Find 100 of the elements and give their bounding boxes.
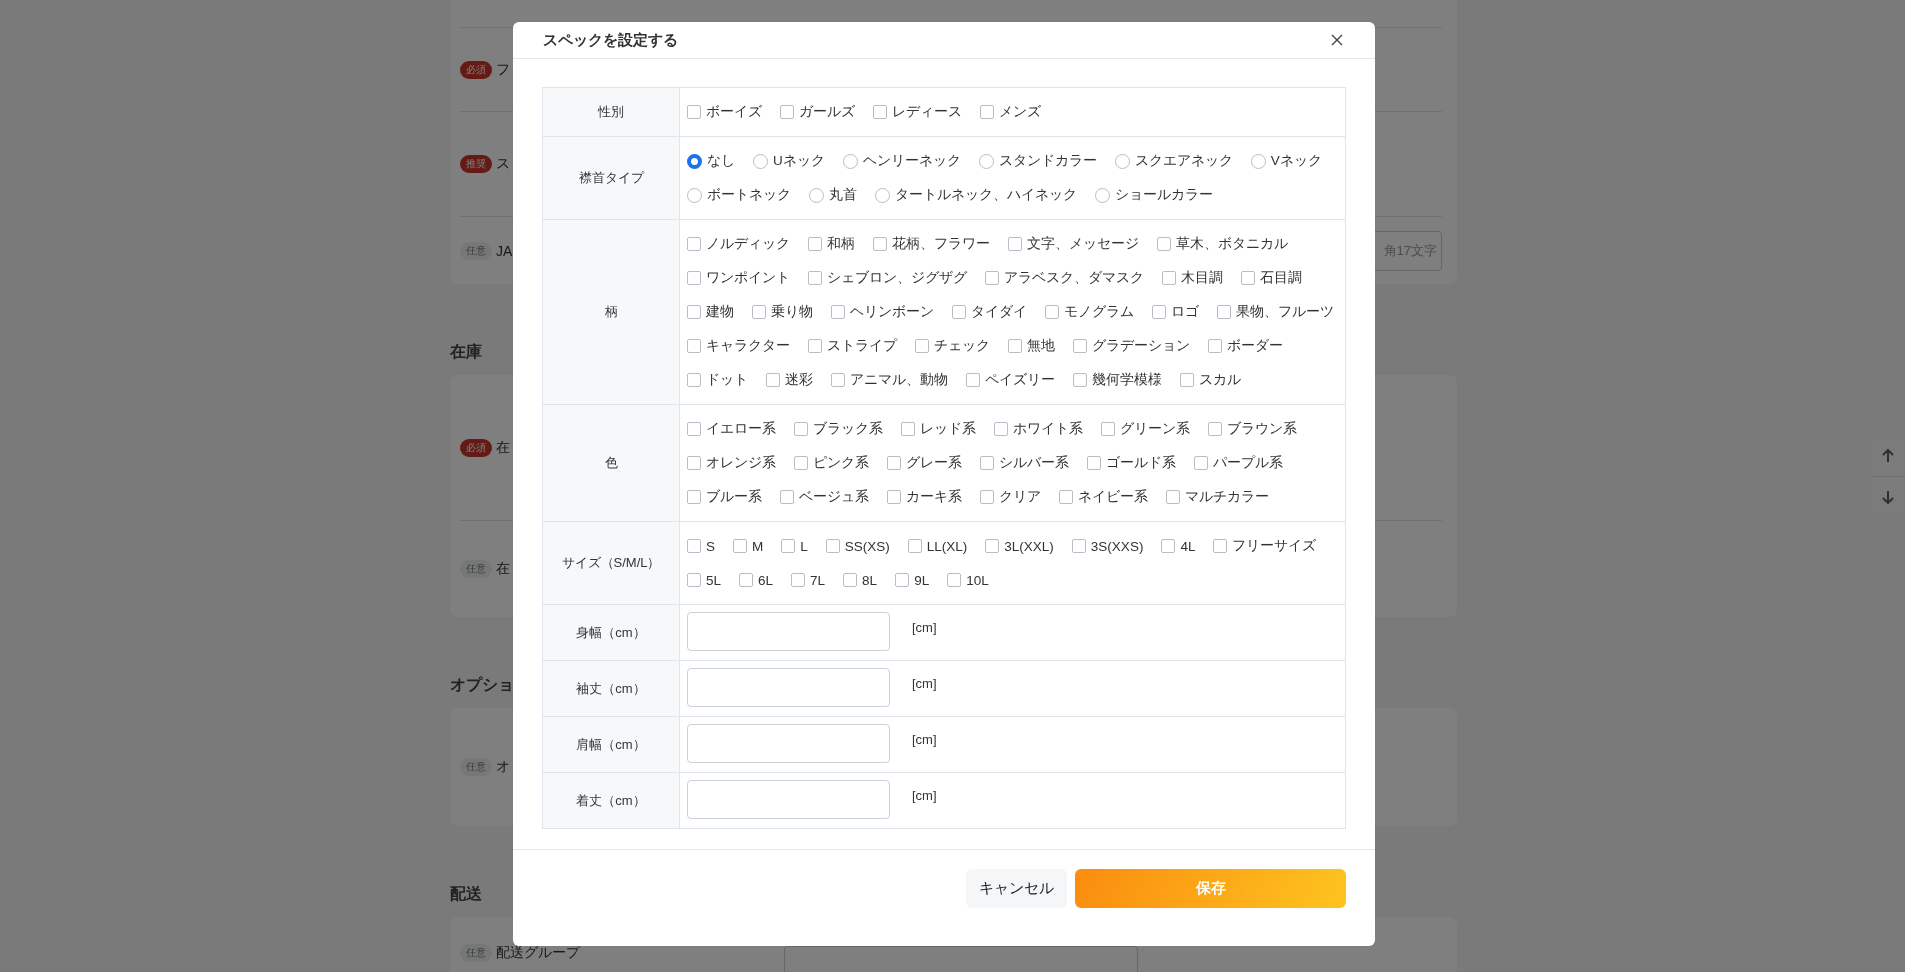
checkbox[interactable] — [980, 490, 994, 504]
checkbox[interactable] — [831, 305, 845, 319]
option-label: M — [752, 538, 764, 554]
checkbox[interactable] — [687, 271, 701, 285]
number-input[interactable] — [687, 724, 890, 763]
checkbox[interactable] — [1217, 305, 1231, 319]
checkbox[interactable] — [687, 422, 701, 436]
checkbox[interactable] — [687, 105, 701, 119]
checkbox[interactable] — [1157, 237, 1171, 251]
checkbox[interactable] — [966, 373, 980, 387]
checkbox[interactable] — [794, 422, 808, 436]
checkbox[interactable] — [980, 105, 994, 119]
checkbox[interactable] — [752, 305, 766, 319]
number-input[interactable] — [687, 668, 890, 707]
checkbox[interactable] — [901, 422, 915, 436]
option-label: ホワイト系 — [1013, 420, 1083, 438]
spec-label: 性別 — [542, 87, 680, 137]
checkbox[interactable] — [831, 373, 845, 387]
checkbox[interactable] — [1241, 271, 1255, 285]
option-label: ゴールド系 — [1106, 454, 1176, 472]
checkbox[interactable] — [733, 539, 747, 553]
checkbox[interactable] — [1101, 422, 1115, 436]
checkbox[interactable] — [1180, 373, 1194, 387]
option-label: タイダイ — [971, 303, 1027, 321]
arrow-up-icon — [1882, 448, 1894, 463]
option-label: ブラック系 — [813, 420, 883, 438]
checkbox[interactable] — [687, 237, 701, 251]
checkbox[interactable] — [794, 456, 808, 470]
checkbox[interactable] — [1008, 339, 1022, 353]
checkbox[interactable] — [791, 573, 806, 587]
checkbox[interactable] — [780, 105, 794, 119]
option-label: 9L — [914, 572, 930, 588]
checkbox[interactable] — [1008, 237, 1022, 251]
checkbox[interactable] — [687, 339, 701, 353]
checkbox[interactable] — [915, 339, 929, 353]
checkbox[interactable] — [1073, 339, 1087, 353]
checkbox[interactable] — [766, 373, 780, 387]
checkbox[interactable] — [1071, 539, 1086, 553]
checkbox[interactable] — [1161, 539, 1176, 553]
close-icon — [1329, 32, 1345, 48]
checkbox[interactable] — [808, 339, 822, 353]
option-label: 花柄、フラワー — [892, 235, 990, 253]
checkbox[interactable] — [808, 271, 822, 285]
option-label: ブルー系 — [706, 488, 762, 506]
option-label: タートルネック、ハイネック — [895, 186, 1077, 204]
status-badge: 推奨 — [460, 155, 492, 173]
option-label: ペイズリー — [985, 371, 1055, 389]
checkbox[interactable] — [687, 573, 701, 587]
checkbox[interactable] — [825, 539, 840, 553]
option-label: モノグラム — [1064, 303, 1134, 321]
option-label: LL(XL) — [926, 538, 968, 554]
checkbox[interactable] — [687, 373, 701, 387]
option-label: ピンク系 — [813, 454, 869, 472]
checkbox[interactable] — [1162, 271, 1176, 285]
checkbox[interactable] — [808, 237, 822, 251]
checkbox[interactable] — [947, 573, 962, 587]
checkbox[interactable] — [1208, 422, 1222, 436]
checkbox[interactable] — [1059, 490, 1073, 504]
checkbox[interactable] — [687, 305, 701, 319]
checkbox[interactable] — [887, 456, 901, 470]
checkbox[interactable] — [780, 490, 794, 504]
cancel-button[interactable]: キャンセル — [966, 869, 1067, 908]
option-label: レディース — [892, 103, 962, 121]
checkbox[interactable] — [1194, 456, 1208, 470]
option-label: Uネック — [773, 152, 825, 170]
checkbox[interactable] — [873, 105, 887, 119]
checkbox[interactable] — [952, 305, 966, 319]
checkbox[interactable] — [843, 573, 858, 587]
option-label: 無地 — [1027, 337, 1055, 355]
number-input[interactable] — [687, 612, 890, 651]
checkbox[interactable] — [1073, 373, 1087, 387]
checkbox[interactable] — [781, 539, 796, 553]
checkbox[interactable] — [985, 271, 999, 285]
option-label: SS(XS) — [844, 538, 890, 554]
checkbox[interactable] — [887, 490, 901, 504]
checkbox[interactable] — [1087, 456, 1101, 470]
checkbox[interactable] — [687, 456, 701, 470]
checkbox[interactable] — [873, 237, 887, 251]
checkbox[interactable] — [1152, 305, 1166, 319]
option-label: 3S(XXS) — [1090, 538, 1144, 554]
checkbox[interactable] — [1208, 339, 1222, 353]
checkbox[interactable] — [994, 422, 1008, 436]
option-label: ノルディック — [706, 235, 790, 253]
checkbox[interactable] — [687, 539, 701, 553]
close-button[interactable] — [1329, 32, 1345, 48]
checkbox[interactable] — [907, 539, 922, 553]
option-label: キャラクター — [706, 337, 790, 355]
radio-button[interactable] — [687, 153, 702, 169]
number-input[interactable] — [687, 780, 890, 819]
option-label: アラベスク、ダマスク — [1004, 269, 1144, 287]
checkbox[interactable] — [980, 456, 994, 470]
checkbox[interactable] — [739, 573, 754, 587]
checkbox[interactable] — [1166, 490, 1180, 504]
checkbox[interactable] — [1213, 539, 1228, 553]
spec-label: 肩幅（cm） — [542, 716, 680, 773]
checkbox[interactable] — [687, 490, 701, 504]
checkbox[interactable] — [895, 573, 910, 587]
checkbox[interactable] — [1045, 305, 1059, 319]
spec-label: サイズ（S/M/L） — [542, 521, 680, 605]
checkbox[interactable] — [985, 539, 1000, 553]
